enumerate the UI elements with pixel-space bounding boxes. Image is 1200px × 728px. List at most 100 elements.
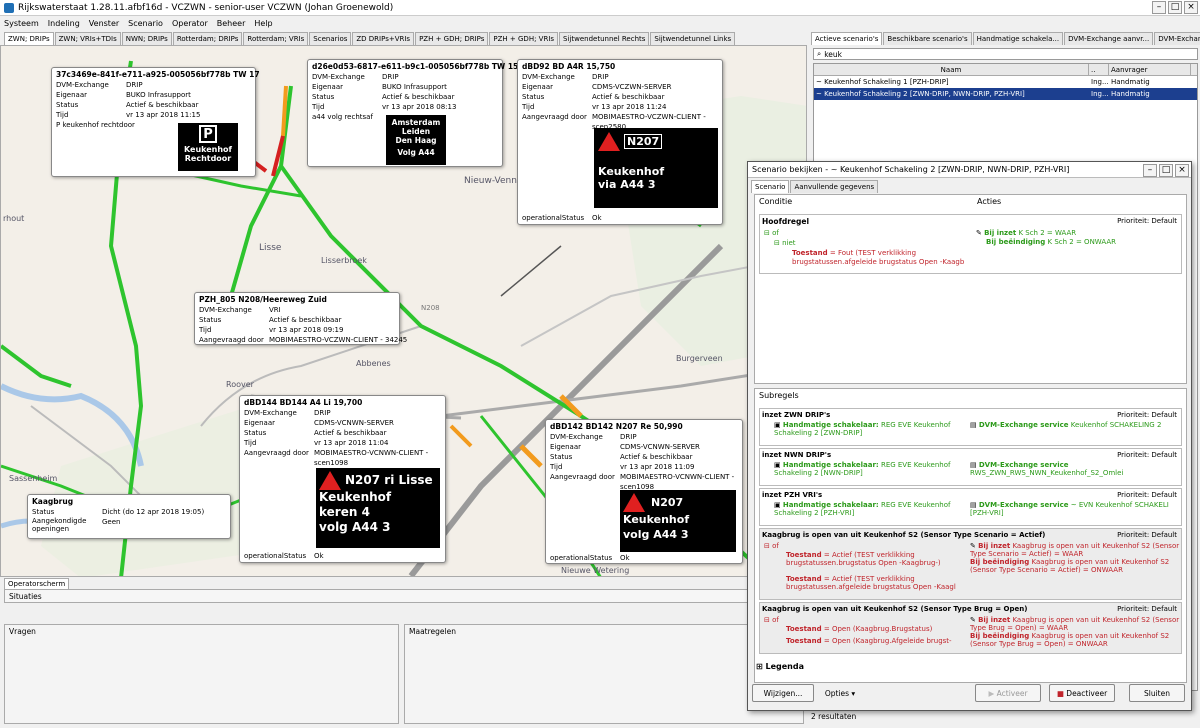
popup-value: vr 13 apr 2018 11:09 bbox=[620, 463, 695, 471]
popup-drip-bd144[interactable]: dBD144 BD144 A4 Li 19,700 DVM-Exchange DR… bbox=[239, 395, 446, 563]
switch-icon: ▣ bbox=[774, 461, 783, 469]
popup-vri-pzh805[interactable]: PZH_805 N208/Heereweg Zuid DVM-Exchange V… bbox=[194, 292, 407, 345]
tab-dvm-aanvragen[interactable]: DVM-Exchange aanvr... bbox=[1064, 32, 1154, 45]
condition-1: Toestand = Actief (TEST verklikking brug… bbox=[786, 551, 966, 567]
tab-dvm-koppelingen[interactable]: DVM-Exchange koppe... bbox=[1154, 32, 1200, 45]
subrule-kaagbrug-scenario[interactable]: Kaagbrug is open van uit Keukenhof S2 (S… bbox=[759, 528, 1182, 600]
map-label-lisse: Lisse bbox=[259, 243, 282, 253]
sign-top-row: N207 bbox=[598, 132, 714, 151]
popup-value: Actief & beschikbaar bbox=[382, 93, 455, 101]
sluiten-button[interactable]: Sluiten bbox=[1129, 684, 1185, 702]
or-label: of bbox=[772, 616, 779, 624]
collapse-icon[interactable]: ⊟ bbox=[764, 229, 772, 237]
sign-line: Keukenhof bbox=[598, 165, 665, 178]
popup-value: Actief & beschikbaar bbox=[620, 453, 693, 461]
menu-scenario[interactable]: Scenario bbox=[128, 19, 163, 28]
popup-key: Tijd bbox=[199, 326, 212, 334]
tab-rotterdam-vris[interactable]: Rotterdam; VRIs bbox=[243, 32, 309, 45]
column-aanvrager[interactable]: Aanvrager bbox=[1109, 64, 1191, 75]
or-node: ⊟ of bbox=[764, 616, 779, 624]
tab-handmatige-schakelaars[interactable]: Handmatige schakela... bbox=[972, 32, 1064, 45]
table-row[interactable]: ~ Keukenhof Schakeling 1 [PZH-DRIP] Ing.… bbox=[814, 76, 1197, 88]
search-input[interactable]: keuk bbox=[824, 50, 842, 59]
collapse-icon[interactable]: ⊟ bbox=[774, 239, 782, 247]
popup-drip-bd142[interactable]: dBD142 BD142 N207 Re 50,990 DVM-Exchange… bbox=[545, 419, 743, 564]
wijzigen-button[interactable]: Wijzigen... bbox=[752, 684, 814, 702]
tab-rotterdam-drips[interactable]: Rotterdam; DRIPs bbox=[172, 32, 243, 45]
tab-pzh-gdh-vris[interactable]: PZH + GDH; VRIs bbox=[489, 32, 559, 45]
hoofdregel-rule[interactable]: Hoofdregel Prioriteit: Default ⊟ of ⊟ ni… bbox=[759, 214, 1182, 274]
dvm-text: Keukenhof SCHAKELING 2 bbox=[1070, 421, 1162, 429]
expand-icon: ⊞ bbox=[756, 662, 766, 671]
tab-scenario[interactable]: Scenario bbox=[751, 180, 790, 193]
subrule-kaagbrug-brug[interactable]: Kaagbrug is open van uit Keukenhof S2 (S… bbox=[759, 602, 1182, 654]
dvm-action: ▤ DVM-Exchange service Keukenhof SCHAKEL… bbox=[970, 421, 1185, 429]
popup-drip-bd92[interactable]: dBD92 BD A4R 15,750 DVM-Exchange DRIP Eig… bbox=[517, 59, 723, 225]
popup-drip-tw15[interactable]: d26e0d53-6817-e611-b9c1-005056bf778b TW … bbox=[307, 59, 518, 167]
minimize-icon[interactable]: – bbox=[1143, 164, 1157, 177]
tab-scenarios[interactable]: Scenarios bbox=[309, 32, 352, 45]
popup-value: Actief & beschikbaar bbox=[592, 93, 665, 101]
opties-dropdown[interactable]: Opties ▾ bbox=[820, 684, 860, 702]
legenda-toggle[interactable]: ⊞ Legenda bbox=[756, 662, 804, 671]
table-row-selected[interactable]: ~ Keukenhof Schakeling 2 [ZWN-DRIP, NWN-… bbox=[814, 88, 1197, 100]
sign-line: Volg A44 bbox=[397, 148, 435, 157]
subrule-nwn[interactable]: inzet NWN DRIP's Prioriteit: Default ▣ H… bbox=[759, 448, 1182, 486]
tab-pzh-gdh-drips[interactable]: PZH + GDH; DRIPs bbox=[415, 32, 489, 45]
maximize-icon[interactable]: □ bbox=[1168, 1, 1182, 14]
menu-indeling[interactable]: Indeling bbox=[48, 19, 80, 28]
tab-nwn-drips[interactable]: NWN; DRIPs bbox=[121, 32, 172, 45]
popup-value: Dicht (do 12 apr 2018 19:05) bbox=[102, 508, 205, 516]
tab-sijtwende-rechts[interactable]: Sijtwendetunnel Rechts bbox=[559, 32, 650, 45]
activeer-button[interactable]: ▶ Activeer bbox=[975, 684, 1041, 702]
warning-triangle-icon bbox=[623, 493, 645, 512]
tab-beschikbare-scenarios[interactable]: Beschikbare scenario's bbox=[883, 32, 972, 45]
popup-drip-tw17[interactable]: 37c3469e-841f-e711-a925-005056bf778b TW … bbox=[51, 67, 260, 177]
toestand-label: Toestand bbox=[786, 575, 822, 583]
tab-sijtwende-links[interactable]: Sijtwendetunnel Links bbox=[650, 32, 736, 45]
subrule-pzh[interactable]: inzet PZH VRI's Prioriteit: Default ▣ Ha… bbox=[759, 488, 1182, 526]
close-icon[interactable]: × bbox=[1175, 164, 1189, 177]
dvm-icon: ▤ bbox=[970, 501, 979, 509]
column-naam[interactable]: Naam bbox=[814, 64, 1089, 75]
map-view[interactable]: Lisse Lisserbroek Nieuw-Venne Abbenes Ro… bbox=[0, 45, 807, 577]
drip-sign: N207 Keukenhof volg A44 3 bbox=[620, 490, 736, 552]
tab-zwn-vris[interactable]: ZWN; VRIs+TDIs bbox=[54, 32, 121, 45]
popup-key: Eigenaar bbox=[56, 91, 88, 99]
popup-title: dBD142 BD142 N207 Re 50,990 bbox=[550, 422, 683, 431]
subrule-zwn[interactable]: inzet ZWN DRIP's Prioriteit: Default ▣ H… bbox=[759, 408, 1182, 446]
popup-kaagbrug[interactable]: Kaagbrug Status Dicht (do 12 apr 2018 19:… bbox=[27, 494, 231, 539]
inzet-text: K Sch 2 = WAAR bbox=[1018, 229, 1077, 237]
close-icon[interactable]: × bbox=[1184, 1, 1198, 14]
map-label-nieuw-vennep: Nieuw-Venne bbox=[464, 176, 523, 186]
popup-key: Aangevraagd door bbox=[199, 336, 264, 344]
tab-operatorscherm[interactable]: Operatorscherm bbox=[4, 578, 70, 589]
popup-value: CDMS-VCNWN-SERVER bbox=[314, 419, 394, 427]
sign-line: N207 ri Lisse bbox=[345, 473, 433, 487]
tab-zwn-drips[interactable]: ZWN; DRIPs bbox=[4, 32, 54, 45]
popup-key: Aangevraagd door bbox=[244, 449, 309, 457]
deactiveer-button[interactable]: ■ Deactiveer bbox=[1049, 684, 1115, 702]
inzet-label: Bij inzet bbox=[984, 229, 1017, 237]
tab-zd-drips-vris[interactable]: ZD DRIPs+VRIs bbox=[352, 32, 415, 45]
tab-aanvullende-gegevens[interactable]: Aanvullende gegevens bbox=[790, 180, 879, 193]
sign-line: Leiden bbox=[401, 127, 431, 136]
menu-beheer[interactable]: Beheer bbox=[217, 19, 246, 28]
or-label: of bbox=[772, 229, 779, 237]
switch-icon: ▣ bbox=[774, 501, 783, 509]
popup-key: Status bbox=[312, 93, 335, 101]
column-status[interactable]: .. bbox=[1089, 64, 1109, 75]
menu-systeem[interactable]: Systeem bbox=[4, 19, 39, 28]
popup-key: Tijd bbox=[522, 103, 535, 111]
sign-line: N207 bbox=[624, 134, 663, 149]
menu-help[interactable]: Help bbox=[254, 19, 272, 28]
menu-operator[interactable]: Operator bbox=[172, 19, 208, 28]
collapse-icon[interactable]: ⊟ bbox=[764, 542, 772, 550]
tab-actieve-scenarios[interactable]: Actieve scenario's bbox=[811, 32, 883, 45]
menu-venster[interactable]: Venster bbox=[89, 19, 119, 28]
popup-title: 37c3469e-841f-e711-a925-005056bf778b TW … bbox=[56, 70, 260, 79]
minimize-icon[interactable]: – bbox=[1152, 1, 1166, 14]
collapse-icon[interactable]: ⊟ bbox=[764, 616, 772, 624]
maximize-icon[interactable]: □ bbox=[1159, 164, 1173, 177]
search-field[interactable]: ⌕ keuk bbox=[813, 48, 1198, 60]
